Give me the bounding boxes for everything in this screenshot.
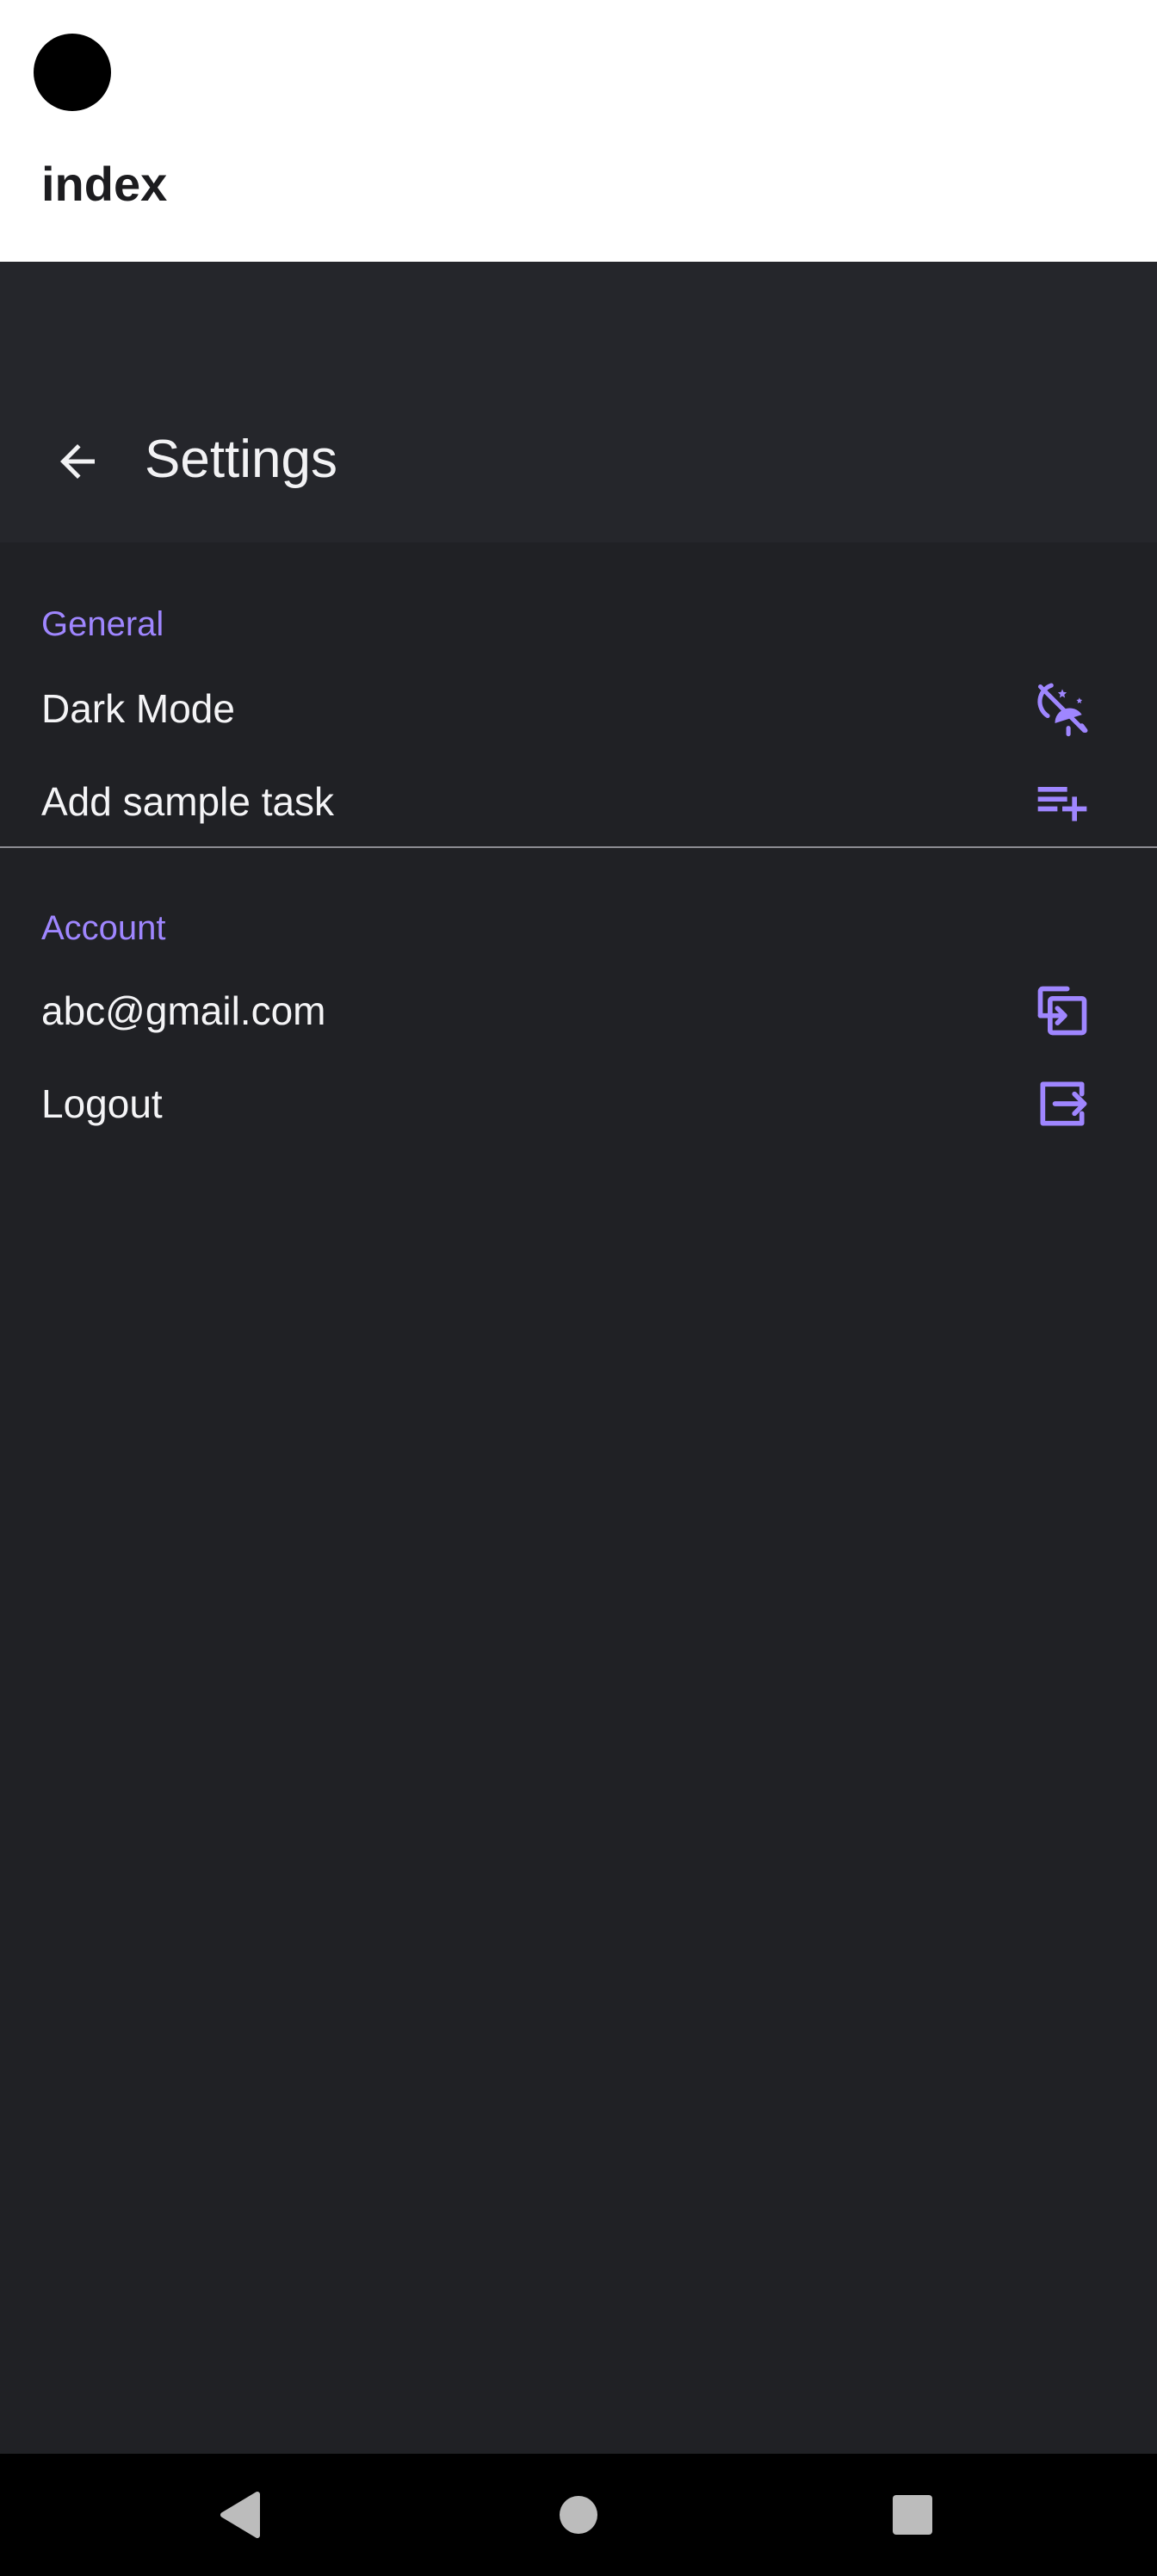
- settings-app-bar: [0, 262, 1157, 542]
- account-email-row[interactable]: abc@gmail.com: [0, 968, 1157, 1054]
- add-sample-task-row[interactable]: Add sample task: [0, 759, 1157, 845]
- theme-toggle-icon[interactable]: [1030, 676, 1095, 741]
- camera-cutout: [34, 34, 111, 111]
- add-sample-task-label: Add sample task: [41, 779, 335, 824]
- section-header-general: General: [41, 605, 164, 643]
- section-header-account: Account: [41, 909, 166, 947]
- dark-mode-row[interactable]: Dark Mode: [0, 666, 1157, 752]
- logout-row[interactable]: Logout: [0, 1061, 1157, 1147]
- logout-icon[interactable]: [1030, 1071, 1095, 1136]
- square-recents-icon: [893, 2495, 932, 2535]
- account-switch-icon[interactable]: [1030, 978, 1095, 1043]
- nav-back-button[interactable]: [189, 2476, 293, 2554]
- nav-recents-button[interactable]: [861, 2476, 964, 2554]
- section-divider: [0, 846, 1157, 848]
- dark-mode-label: Dark Mode: [41, 686, 235, 731]
- nav-home-button[interactable]: [527, 2476, 630, 2554]
- page-title: index: [41, 157, 168, 211]
- top-header: index: [0, 0, 1157, 262]
- arrow-left-icon: [60, 444, 95, 479]
- playlist-add-icon[interactable]: [1030, 769, 1095, 834]
- account-email-label: abc@gmail.com: [41, 988, 326, 1033]
- settings-title: Settings: [145, 430, 338, 489]
- logout-label: Logout: [41, 1081, 163, 1126]
- back-button[interactable]: [34, 424, 121, 499]
- triangle-back-icon: [220, 2492, 260, 2538]
- circle-home-icon: [560, 2496, 597, 2534]
